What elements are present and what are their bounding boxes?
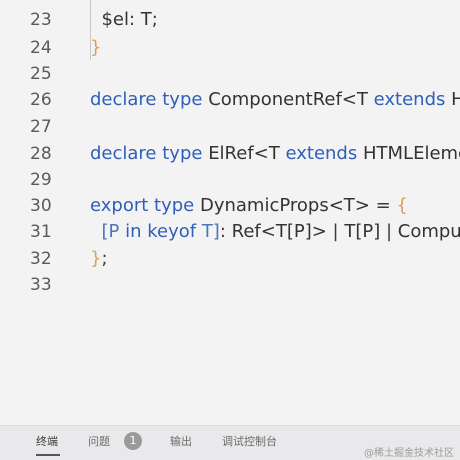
code-editor[interactable]: 23 $el: T; 24 } 25 26 declare type Compo… — [0, 0, 460, 425]
line-number: 25 — [30, 64, 52, 84]
code-text: [P in keyof T]: Ref<T[P]> | T[P] | Compu… — [101, 221, 460, 242]
line-number: 31 — [30, 222, 52, 242]
code-text: declare type ComponentRef<T extends H — [90, 89, 460, 110]
line-number: 30 — [30, 196, 52, 216]
code-line[interactable]: 31 [P in keyof T]: Ref<T[P]> | T[P] | Co… — [0, 219, 460, 245]
code-text: declare type ElRef<T extends HTMLEleme — [90, 143, 460, 164]
code-line[interactable]: 28 declare type ElRef<T extends HTMLElem… — [0, 141, 460, 167]
code-line[interactable]: 33 — [0, 272, 460, 298]
line-number: 27 — [30, 117, 52, 137]
code-token: $el: T; — [101, 9, 158, 30]
code-text: export type DynamicProps<T> = { — [90, 195, 408, 216]
line-number: 28 — [30, 144, 52, 164]
code-line[interactable]: 26 declare type ComponentRef<T extends H — [0, 87, 460, 113]
line-number: 29 — [30, 170, 52, 190]
tab-problems[interactable]: 问题 — [88, 434, 110, 450]
code-text: }; — [90, 248, 108, 269]
tab-terminal[interactable]: 终端 — [36, 434, 58, 450]
tab-debug-console[interactable]: 调试控制台 — [222, 434, 277, 450]
active-tab-indicator — [36, 454, 60, 456]
watermark: @稀土掘金技术社区 — [364, 448, 454, 459]
line-number: 32 — [30, 249, 52, 269]
code-text: } — [90, 37, 102, 58]
line-number: 23 — [30, 10, 52, 30]
code-line[interactable]: 29 — [0, 167, 460, 193]
tab-output[interactable]: 输出 — [170, 434, 192, 450]
code-text: $el: T; — [90, 7, 158, 33]
code-line[interactable]: 25 — [0, 61, 460, 87]
line-number: 24 — [30, 38, 52, 58]
problems-count-badge: 1 — [124, 432, 142, 450]
code-line[interactable]: 27 — [0, 114, 460, 140]
code-line[interactable]: 23 $el: T; — [0, 7, 460, 33]
line-number: 26 — [30, 90, 52, 110]
code-line[interactable]: 24 } — [0, 35, 460, 61]
code-line[interactable]: 30 export type DynamicProps<T> = { — [0, 193, 460, 219]
line-number: 33 — [30, 275, 52, 295]
code-line[interactable]: 32 }; — [0, 246, 460, 272]
